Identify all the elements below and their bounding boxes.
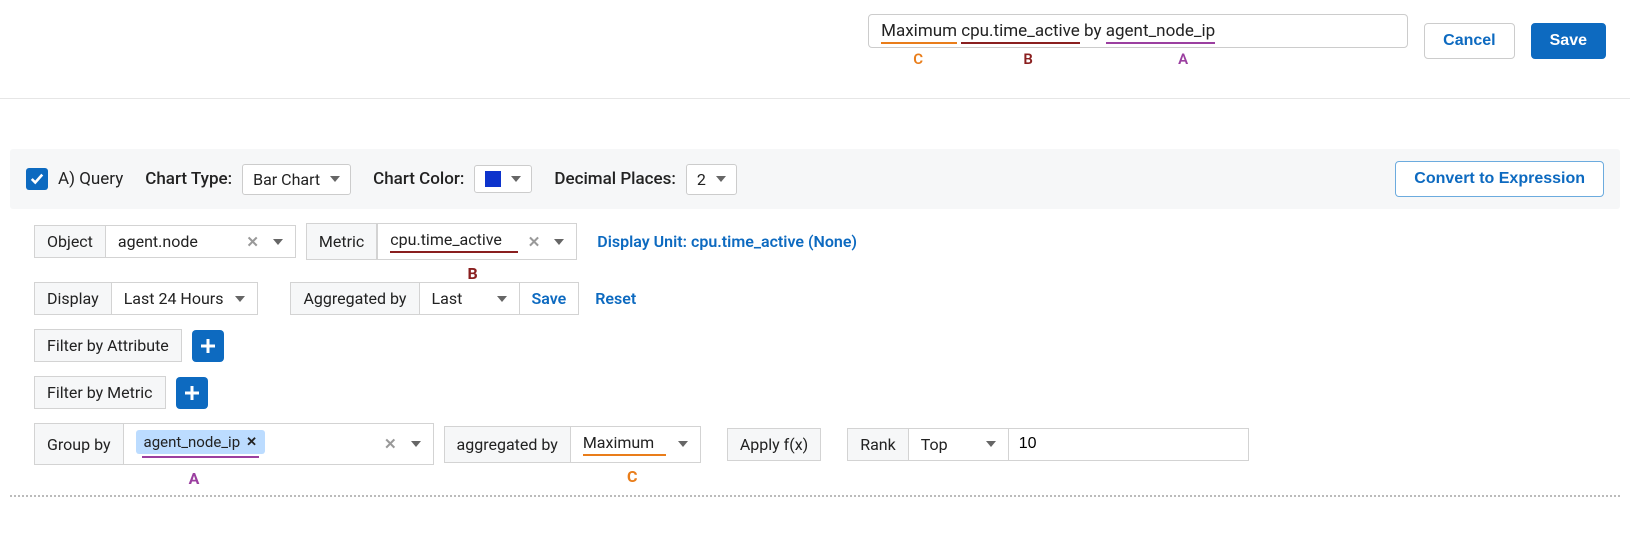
color-swatch	[485, 171, 501, 187]
display-range-select[interactable]: Last 24 Hours	[112, 282, 259, 315]
filter-attribute-row: Filter by Attribute	[34, 329, 1596, 362]
chevron-down-icon	[235, 296, 245, 302]
query-builder: Object agent.node ✕ Metric cpu.time_acti…	[0, 209, 1630, 485]
reset-button[interactable]: Reset	[595, 289, 636, 308]
plus-icon	[199, 337, 217, 355]
rank-value: Top	[921, 435, 948, 454]
query-label: A) Query	[58, 169, 123, 189]
apply-fx-button[interactable]: Apply f(x)	[727, 428, 821, 461]
group-by-row: Group by agent_node_ip ✕ ✕ A	[34, 423, 1596, 465]
decimal-places-select[interactable]: 2	[686, 164, 737, 195]
chart-color-select[interactable]	[474, 165, 532, 193]
underline-maroon	[390, 251, 517, 253]
annot-b: B	[958, 50, 1098, 68]
metric-value: cpu.time_active	[390, 230, 517, 249]
chevron-down-icon	[986, 441, 996, 447]
add-attribute-filter-button[interactable]	[192, 330, 224, 362]
underline-orange	[583, 454, 666, 456]
groupby-agg-value: Maximum	[583, 433, 666, 452]
group-by-tag[interactable]: agent_node_ip ✕	[136, 430, 266, 454]
add-metric-filter-button[interactable]	[176, 377, 208, 409]
chevron-down-icon	[678, 441, 688, 447]
chevron-down-icon	[511, 176, 521, 182]
annot-c: C	[878, 50, 958, 68]
cancel-button[interactable]: Cancel	[1424, 23, 1514, 59]
group-by-select[interactable]: agent_node_ip ✕ ✕	[124, 423, 434, 465]
title-part-maximum: Maximum	[881, 21, 957, 44]
group-by-label: Group by	[34, 423, 124, 465]
save-button[interactable]: Save	[1531, 23, 1606, 59]
chevron-down-icon	[497, 296, 507, 302]
chart-type-select[interactable]: Bar Chart	[242, 164, 351, 195]
chart-type-value: Bar Chart	[253, 170, 320, 189]
top-bar: Maximum cpu.time_active by agent_node_ip…	[0, 0, 1630, 99]
title-part-by: by	[1084, 21, 1102, 41]
filter-metric-row: Filter by Metric	[34, 376, 1596, 409]
object-select[interactable]: agent.node ✕	[106, 225, 296, 258]
object-value: agent.node	[118, 232, 198, 251]
query-enabled-checkbox[interactable]	[26, 168, 48, 190]
object-label: Object	[34, 225, 106, 258]
annot-b-below: B	[368, 264, 577, 283]
section-divider	[10, 495, 1620, 497]
rank-label: Rank	[847, 428, 909, 461]
convert-to-expression-button[interactable]: Convert to Expression	[1395, 161, 1604, 197]
clear-object-icon[interactable]: ✕	[244, 233, 261, 251]
chevron-down-icon	[273, 239, 283, 245]
aggregated-by-select[interactable]: Last	[420, 282, 520, 315]
clear-metric-icon[interactable]: ✕	[526, 233, 543, 251]
save-agg-button[interactable]: Save	[520, 282, 580, 315]
display-unit-link[interactable]: Display Unit: cpu.time_active (None)	[597, 232, 857, 251]
title-part-metric: cpu.time_active	[961, 21, 1080, 44]
title-input[interactable]: Maximum cpu.time_active by agent_node_ip	[868, 14, 1408, 48]
aggregated-by-value: Last	[432, 289, 463, 308]
plus-icon	[183, 384, 201, 402]
decimal-places-value: 2	[697, 170, 706, 189]
display-range-value: Last 24 Hours	[124, 289, 224, 308]
groupby-agg-label: aggregated by	[444, 426, 571, 463]
annot-a-below: A	[134, 469, 254, 488]
display-agg-row: Display Last 24 Hours Aggregated by Last…	[34, 282, 1596, 315]
title-part-group: agent_node_ip	[1106, 21, 1215, 44]
decimal-places-label: Decimal Places:	[554, 169, 676, 189]
clear-groupby-icon[interactable]: ✕	[382, 435, 399, 453]
chart-type-label: Chart Type:	[145, 169, 232, 189]
chevron-down-icon	[716, 176, 726, 182]
rank-select[interactable]: Top	[909, 428, 1009, 461]
chevron-down-icon	[554, 239, 564, 245]
filter-by-attribute-label: Filter by Attribute	[34, 329, 182, 362]
chart-color-label: Chart Color:	[373, 169, 464, 189]
remove-tag-icon[interactable]: ✕	[246, 435, 257, 450]
metric-select[interactable]: cpu.time_active ✕	[377, 223, 577, 260]
aggregated-by-label: Aggregated by	[290, 282, 419, 315]
underline-purple	[142, 456, 260, 458]
annot-c-below: C	[564, 467, 701, 486]
filter-by-metric-label: Filter by Metric	[34, 376, 166, 409]
check-icon	[30, 172, 44, 186]
object-metric-row: Object agent.node ✕ Metric cpu.time_acti…	[34, 223, 1596, 260]
query-header: A) Query Chart Type: Bar Chart Chart Col…	[10, 149, 1620, 209]
groupby-agg-select[interactable]: Maximum	[571, 426, 701, 463]
chevron-down-icon	[411, 441, 421, 447]
title-annotations: C B A	[868, 50, 1258, 68]
annot-a: A	[1108, 50, 1258, 68]
display-label: Display	[34, 282, 112, 315]
group-by-tag-text: agent_node_ip	[144, 433, 241, 451]
metric-label: Metric	[306, 223, 377, 260]
chevron-down-icon	[330, 176, 340, 182]
rank-n-input[interactable]	[1009, 428, 1249, 461]
